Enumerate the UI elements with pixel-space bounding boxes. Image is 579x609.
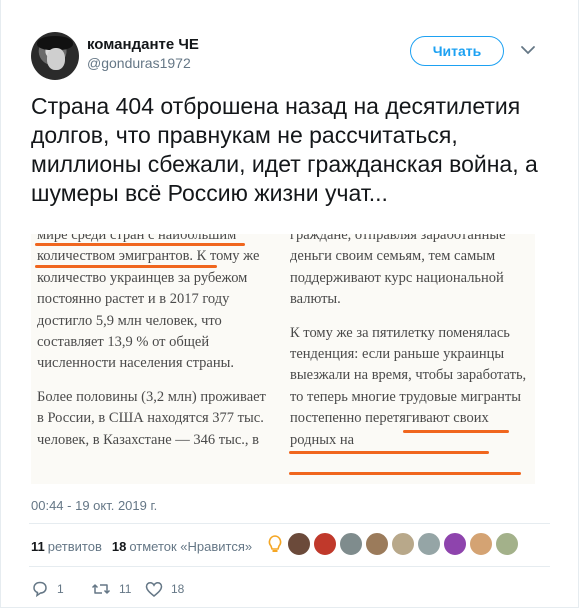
reply-icon	[33, 581, 47, 598]
tweet-text: Страна 404 отброшена назад на десятилети…	[31, 93, 538, 206]
tweet-card: команданте ЧЕ @gonduras1972 Читать Стран…	[0, 0, 579, 608]
follow-button[interactable]: Читать	[410, 36, 504, 66]
chevron-down-icon[interactable]	[520, 44, 536, 56]
photo-right-column: граждане, отправляя заработанные деньги …	[290, 234, 530, 463]
photo-paragraph: граждане, отправляя заработанные деньги …	[290, 234, 506, 308]
liker-avatar[interactable]	[313, 532, 337, 556]
liker-avatar[interactable]	[365, 532, 389, 556]
highlight-underline	[35, 265, 217, 268]
tweet-actions: 1 11 18	[31, 580, 205, 598]
retweet-button[interactable]: 11	[91, 580, 145, 598]
liker-avatar[interactable]	[339, 532, 363, 556]
retweet-count: 11	[119, 582, 132, 596]
photo-paragraph: мире среди стран с наибольшим количество…	[37, 234, 260, 372]
liker-avatars	[265, 532, 519, 558]
like-count: 18	[171, 582, 185, 596]
photo-left-column: мире среди стран с наибольшим количество…	[37, 234, 267, 463]
liker-avatar[interactable]	[443, 532, 467, 556]
user-handle[interactable]: @gonduras1972	[87, 55, 191, 71]
liker-avatar[interactable]	[417, 532, 441, 556]
like-button[interactable]: 18	[145, 581, 205, 598]
attached-photo[interactable]: мире среди стран с наибольшим количество…	[31, 234, 535, 484]
user-avatar[interactable]	[31, 32, 79, 80]
liker-avatar[interactable]	[391, 532, 415, 556]
retweets-label: ретвитов	[47, 539, 102, 554]
divider	[29, 523, 550, 524]
likes-label: отметок «Нравится»	[129, 539, 253, 554]
liker-avatar[interactable]	[469, 532, 493, 556]
heart-icon	[145, 581, 163, 597]
retweets-stat[interactable]: 11 ретвитов	[31, 539, 102, 554]
face-shape	[47, 48, 65, 70]
highlight-underline	[35, 243, 245, 246]
retweet-icon	[91, 584, 111, 594]
highlight-underline	[403, 430, 509, 433]
likes-stat[interactable]: 18 отметок «Нравится»	[112, 539, 252, 554]
reply-button[interactable]: 1	[31, 580, 91, 598]
likes-count: 18	[111, 539, 127, 554]
tweet-timestamp[interactable]: 00:44 - 19 окт. 2019 г.	[31, 498, 157, 513]
lightbulb-icon	[265, 532, 285, 558]
liker-avatar[interactable]	[287, 532, 311, 556]
tweet-stats: 11 ретвитов 18 отметок «Нравится»	[31, 539, 252, 554]
photo-paragraph: Более половины (3,2 млн) проживает в Рос…	[37, 388, 266, 448]
liker-avatar[interactable]	[495, 532, 519, 556]
retweets-count: 11	[31, 539, 45, 554]
highlight-underline	[289, 472, 521, 475]
highlight-underline	[289, 451, 489, 454]
reply-count: 1	[57, 582, 64, 596]
divider	[29, 566, 550, 567]
display-name[interactable]: команданте ЧЕ	[87, 36, 199, 53]
